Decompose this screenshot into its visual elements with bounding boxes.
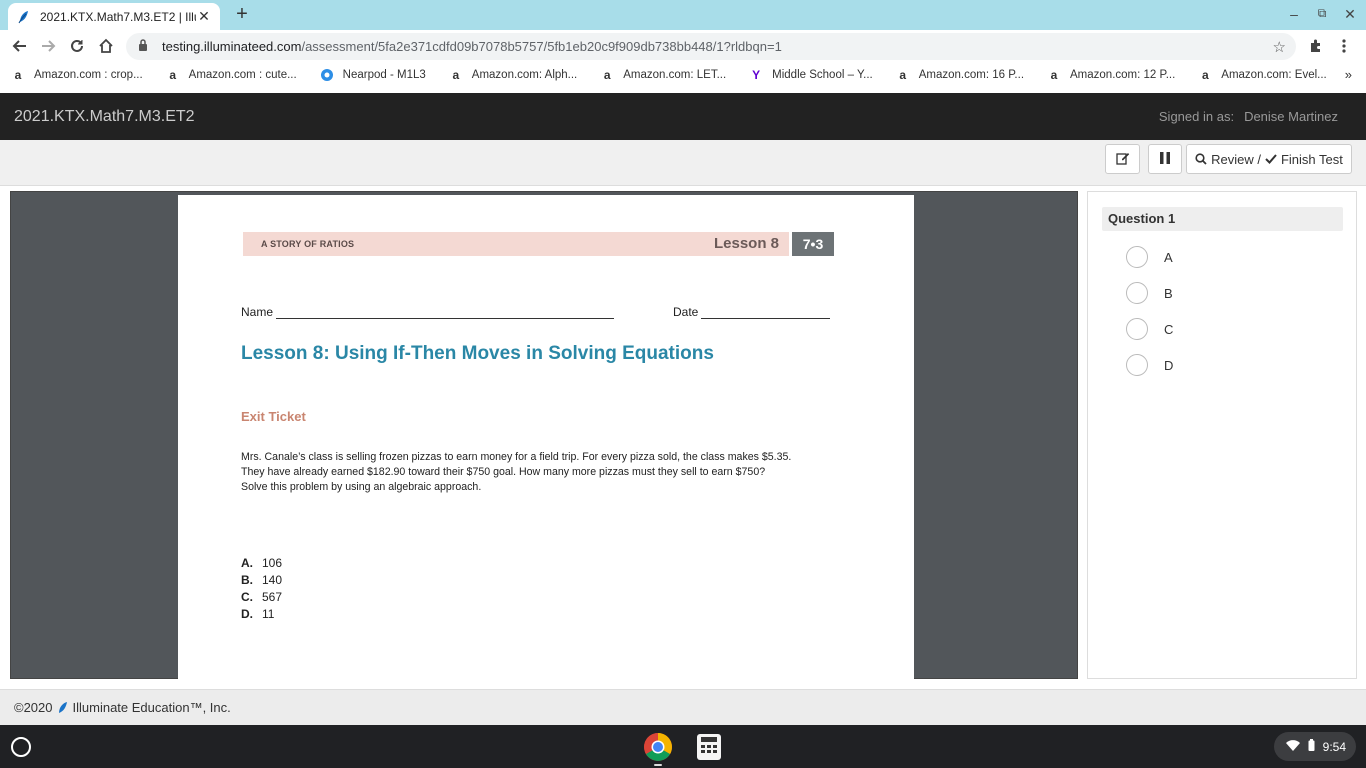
check-icon — [1265, 153, 1277, 165]
radio-button[interactable] — [1126, 246, 1148, 268]
nearpod-icon — [319, 67, 335, 83]
user-name: Denise Martinez — [1244, 109, 1338, 124]
choice-b[interactable]: B — [1126, 282, 1173, 304]
banner-lesson: Lesson 8 — [713, 235, 779, 252]
lock-icon — [138, 39, 152, 54]
bookmark-item[interactable]: a Amazon.com: Alph... — [448, 67, 577, 83]
amazon-icon: a — [452, 68, 460, 82]
problem-line: They have already earned $182.90 toward … — [241, 466, 766, 478]
answer-option: C. 567 — [241, 589, 283, 604]
radio-button[interactable] — [1126, 282, 1148, 304]
problem-line: Solve this problem by using an algebraic… — [241, 481, 482, 493]
browser-toolbar: testing.illuminateed.com/assessment/5fa2… — [0, 30, 1366, 62]
amazon-icon: a — [899, 68, 907, 82]
lesson-banner: A STORY OF RATIOS Lesson 8 — [243, 232, 789, 256]
finish-label: Finish Test — [1280, 151, 1343, 167]
back-arrow-icon[interactable] — [10, 36, 30, 56]
restore-icon[interactable]: ⧉ — [1312, 6, 1332, 21]
bookmark-item[interactable]: a Amazon.com: Evel... — [1197, 67, 1327, 83]
choice-a[interactable]: A — [1126, 246, 1173, 268]
answer-option: D. 11 — [241, 606, 275, 621]
review-label: Review / — [1211, 151, 1261, 167]
browser-tab[interactable]: 2021.KTX.Math7.M3.ET2 | Illumi ✕ — [8, 3, 220, 30]
active-app-indicator — [654, 764, 662, 766]
clock: 9:54 — [1322, 739, 1346, 754]
edit-pencil-icon — [1115, 151, 1130, 168]
bookmark-item[interactable]: Nearpod - M1L3 — [319, 67, 426, 83]
url-host: testing.illuminateed.com — [162, 39, 302, 54]
yahoo-icon: Y — [752, 68, 761, 82]
exit-ticket-heading: Exit Ticket — [241, 409, 306, 424]
amazon-icon: a — [603, 68, 611, 82]
choice-d[interactable]: D — [1126, 354, 1173, 376]
answer-option: B. 140 — [241, 572, 283, 587]
tab-title: 2021.KTX.Math7.M3.ET2 | Illumi — [40, 9, 196, 24]
amazon-icon: a — [1201, 68, 1209, 82]
chrome-icon[interactable] — [643, 732, 673, 762]
new-tab-button[interactable]: + — [232, 4, 252, 25]
question-label: Question 1 — [1102, 207, 1343, 231]
answer-options-list: A. 106 B. 140 C. 567 D. 11 — [241, 554, 282, 622]
status-tray[interactable]: 9:54 — [1274, 732, 1356, 761]
assessment-title: 2021.KTX.Math7.M3.ET2 — [14, 107, 195, 125]
bookmark-item[interactable]: a Amazon.com : cute... — [165, 67, 296, 83]
document-page: A STORY OF RATIOS Lesson 8 7•3 Name Date… — [178, 195, 914, 679]
amazon-icon: a — [1050, 68, 1058, 82]
os-shelf: 9:54 — [0, 725, 1366, 768]
app-header: 2021.KTX.Math7.M3.ET2 Signed in as: Denis… — [0, 93, 1366, 140]
module-badge: 7•3 — [792, 232, 834, 256]
signed-in-label: Signed in as: — [1158, 109, 1235, 124]
bookmark-item[interactable]: a Amazon.com: 16 P... — [895, 67, 1024, 83]
calculator-app-icon[interactable] — [697, 734, 721, 760]
date-field: Date — [673, 305, 831, 319]
radio-button[interactable] — [1126, 318, 1148, 340]
bookmark-star-icon[interactable]: ☆ — [1273, 38, 1286, 56]
forward-arrow-icon[interactable] — [38, 36, 58, 56]
close-window-icon[interactable]: ✕ — [1340, 6, 1360, 23]
illuminate-leaf-icon — [16, 9, 32, 25]
review-finish-button[interactable]: Review / Finish Test — [1186, 144, 1352, 174]
extensions-puzzle-icon[interactable] — [1306, 36, 1326, 56]
battery-icon — [1308, 739, 1315, 754]
banner-module-title: A STORY OF RATIOS — [261, 239, 355, 249]
action-bar: Review / Finish Test — [0, 140, 1366, 186]
minimize-icon[interactable]: – — [1284, 6, 1304, 22]
illuminate-leaf-icon — [57, 701, 69, 715]
name-field: Name — [241, 305, 615, 319]
browser-tab-strip: 2021.KTX.Math7.M3.ET2 | Illumi ✕ + – ⧉ ✕ — [0, 0, 1366, 30]
bookmarks-overflow-button[interactable]: » — [1345, 67, 1352, 82]
launcher-icon[interactable] — [11, 737, 31, 757]
answer-option: A. 106 — [241, 555, 283, 570]
page-footer: ©2020 Illuminate Education™, Inc. — [0, 689, 1366, 725]
home-icon[interactable] — [96, 36, 116, 56]
lesson-title: Lesson 8: Using If-Then Moves in Solving… — [241, 343, 714, 364]
pause-icon — [1159, 151, 1171, 167]
answer-panel: Question 1 A B C D — [1087, 191, 1357, 679]
document-viewer[interactable]: A STORY OF RATIOS Lesson 8 7•3 Name Date… — [10, 191, 1078, 679]
bookmark-item[interactable]: a Amazon.com: 12 P... — [1046, 67, 1176, 83]
bookmarks-bar: a Amazon.com : crop... a Amazon.com : cute… — [0, 62, 1366, 88]
tab-close-icon[interactable]: ✕ — [196, 8, 212, 25]
bookmark-item[interactable]: Y Middle School – Y... — [748, 67, 873, 83]
notes-button[interactable] — [1105, 144, 1140, 174]
company-name: Illuminate Education™, Inc. — [72, 700, 231, 715]
address-bar[interactable]: testing.illuminateed.com/assessment/5fa2… — [126, 33, 1296, 60]
url-path: /assessment/5fa2e371cdfd09b7078b5757/5fb… — [301, 39, 782, 54]
amazon-icon: a — [169, 68, 176, 82]
amazon-icon: a — [14, 68, 22, 82]
search-icon — [1195, 153, 1207, 165]
pause-button[interactable] — [1148, 144, 1182, 174]
signed-in-info: Signed in as: Denise Martinez — [1159, 109, 1338, 124]
problem-line: Mrs. Canale’s class is selling frozen pi… — [241, 451, 792, 463]
reload-icon[interactable] — [67, 36, 87, 56]
radio-button[interactable] — [1126, 354, 1148, 376]
problem-text: Mrs. Canale’s class is selling frozen pi… — [241, 450, 841, 495]
bookmark-item[interactable]: a Amazon.com : crop... — [10, 67, 143, 83]
copyright-year: ©2020 — [14, 700, 53, 715]
menu-kebab-icon[interactable] — [1334, 36, 1354, 56]
bookmark-item[interactable]: a Amazon.com: LET... — [599, 67, 726, 83]
wifi-icon — [1285, 739, 1300, 754]
choice-c[interactable]: C — [1126, 318, 1173, 340]
